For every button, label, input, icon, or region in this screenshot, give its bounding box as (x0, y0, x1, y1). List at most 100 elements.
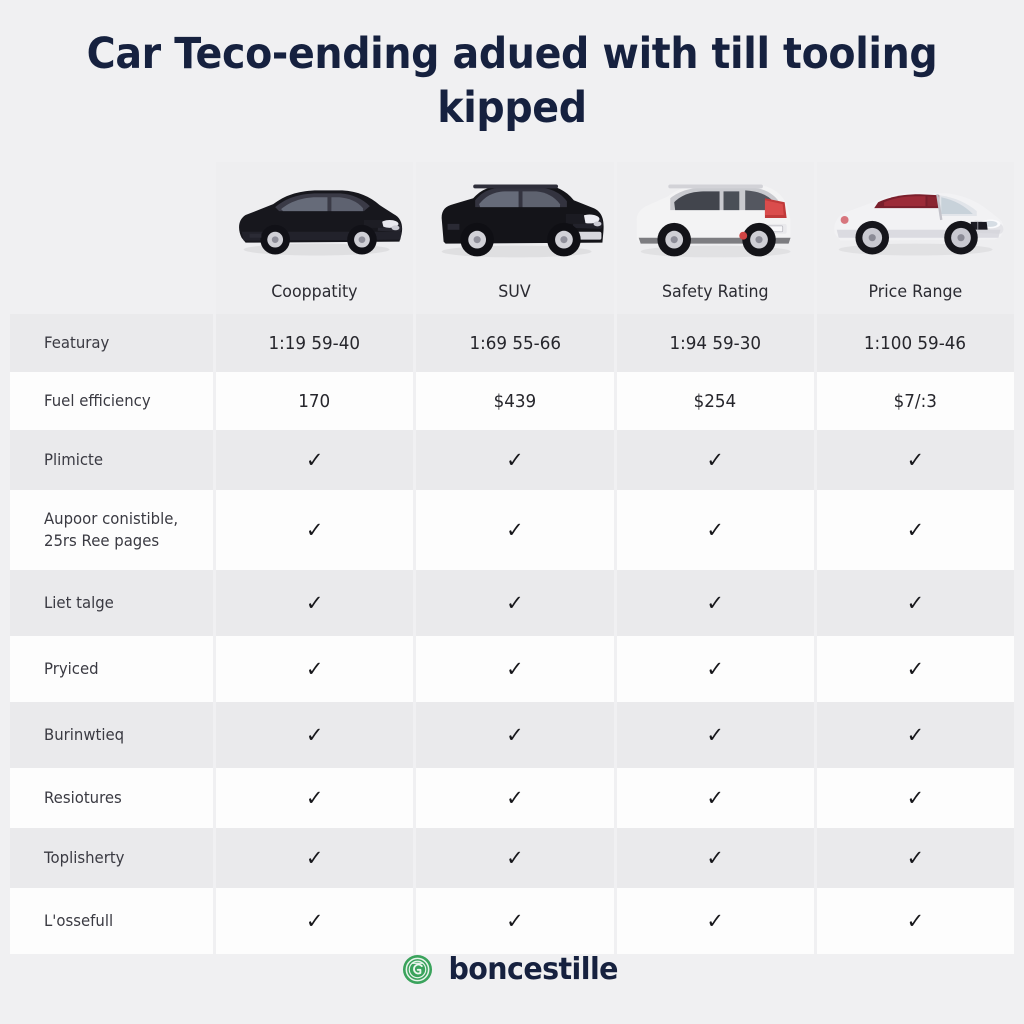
row-value-cell: ✓ (616, 768, 814, 828)
check-icon: ✓ (706, 722, 724, 747)
table-row: Liet talge ✓ ✓ ✓ ✓ (10, 570, 1014, 636)
row-value-cell: 1:19 59-40 (216, 314, 414, 372)
check-icon: ✓ (305, 590, 324, 615)
table-row: Plimicte ✓ ✓ ✓ ✓ (10, 430, 1014, 490)
row-value-cell: $254 (616, 372, 814, 430)
table-row: Pryiced ✓ ✓ ✓ ✓ (10, 636, 1014, 702)
row-value-cell: ✓ (616, 570, 814, 636)
check-icon: ✓ (506, 722, 524, 747)
row-value-cell: ✓ (216, 430, 414, 490)
table-row: Resiotures ✓ ✓ ✓ ✓ (10, 768, 1014, 828)
page-title: Car Teco-ending adued with till tooling … (86, 29, 938, 133)
row-label-cell: Liet talge (10, 570, 213, 636)
table-row: L'ossefull ✓ ✓ ✓ ✓ (10, 888, 1014, 954)
row-value-cell: ✓ (416, 430, 614, 490)
row-label: Plimicte (44, 450, 104, 470)
row-value: $254 (693, 390, 737, 412)
row-label: Pryiced (44, 659, 99, 679)
row-value-cell: ✓ (416, 636, 614, 702)
car-image-cell-1 (216, 162, 414, 270)
column-header-label: Cooppatity (271, 282, 358, 302)
column-header-2[interactable]: SUV (416, 270, 614, 314)
row-value: 1:100 59-46 (864, 332, 967, 354)
check-icon: ✓ (305, 845, 324, 870)
row-value-cell: ✓ (416, 702, 614, 768)
row-value-cell: $7/:3 (816, 372, 1014, 430)
row-value-cell: ✓ (216, 888, 414, 954)
row-value: $7/:3 (893, 390, 937, 412)
check-icon: ✓ (305, 722, 324, 747)
row-value-cell: ✓ (816, 768, 1014, 828)
check-icon: ✓ (706, 447, 724, 472)
row-value-cell: ✓ (216, 828, 414, 888)
row-label-cell: Aupoor conistible, 25rs Ree pages (10, 490, 213, 570)
row-value-cell: ✓ (216, 490, 414, 570)
check-icon: ✓ (506, 785, 524, 810)
table-header-row: Cooppatity SUV Safety Rating Price Range (10, 270, 1014, 314)
row-value-cell: ✓ (416, 570, 614, 636)
check-icon: ✓ (305, 908, 324, 933)
check-icon: ✓ (906, 517, 925, 542)
column-header-label: SUV (498, 282, 532, 302)
row-label-cell: Fuel efficiency (10, 372, 213, 430)
check-icon: ✓ (305, 656, 324, 681)
table-row: Featuray 1:19 59-40 1:69 55-66 1:94 59-3… (10, 314, 1014, 372)
check-icon: ✓ (706, 845, 724, 870)
brand-name: boncestille (448, 952, 618, 987)
row-label: Burinwtieq (44, 725, 125, 745)
row-value-cell: $439 (416, 372, 614, 430)
row-label: Aupoor conistible, 25rs Ree pages (44, 509, 179, 550)
row-value-cell: ✓ (816, 702, 1014, 768)
row-label: Toplisherty (44, 848, 125, 868)
column-header-3[interactable]: Safety Rating (616, 270, 814, 314)
comparison-table: Cooppatity SUV Safety Rating Price Range… (10, 162, 1014, 954)
check-icon: ✓ (906, 590, 925, 615)
row-value-cell: 1:94 59-30 (616, 314, 814, 372)
image-row-spacer (10, 162, 213, 270)
check-icon: ✓ (706, 517, 724, 542)
row-value-cell: ✓ (416, 828, 614, 888)
row-value-cell: ✓ (216, 702, 414, 768)
row-value-cell: ✓ (816, 490, 1014, 570)
column-header-1[interactable]: Cooppatity (216, 270, 414, 314)
check-icon: ✓ (906, 908, 925, 933)
check-icon: ✓ (906, 785, 925, 810)
check-icon: ✓ (506, 517, 524, 542)
check-icon: ✓ (506, 845, 524, 870)
green-circle-emblem-icon (402, 954, 433, 985)
black-sedan-image (216, 162, 413, 270)
page-header: Car Teco-ending adued with till tooling … (0, 0, 1024, 136)
row-value-cell: ✓ (216, 636, 414, 702)
row-value-cell: ✓ (816, 636, 1014, 702)
row-value: 1:69 55-66 (469, 332, 561, 354)
column-header-label: Safety Rating (661, 282, 769, 302)
row-value-cell: 1:69 55-66 (416, 314, 614, 372)
car-image-cell-3 (616, 162, 814, 270)
row-label-cell: Toplisherty (10, 828, 213, 888)
row-value-cell: ✓ (216, 768, 414, 828)
row-value-cell: ✓ (616, 702, 814, 768)
row-value: 170 (298, 390, 331, 412)
row-value-cell: ✓ (416, 768, 614, 828)
white-convertible-image (817, 162, 1014, 270)
check-icon: ✓ (305, 517, 324, 542)
check-icon: ✓ (706, 908, 724, 933)
row-label-cell: Resiotures (10, 768, 213, 828)
row-value: 1:19 59-40 (268, 332, 361, 354)
row-label-cell: L'ossefull (10, 888, 213, 954)
row-label-cell: Plimicte (10, 430, 213, 490)
row-value-cell: 170 (216, 372, 414, 430)
check-icon: ✓ (906, 845, 925, 870)
row-value-cell: ✓ (616, 430, 814, 490)
car-image-cell-4 (816, 162, 1014, 270)
feature-column-header (10, 270, 213, 314)
column-header-4[interactable]: Price Range (816, 270, 1014, 314)
check-icon: ✓ (305, 785, 324, 810)
row-value: $439 (493, 390, 537, 412)
white-crossover-image (617, 162, 814, 270)
row-label-cell: Burinwtieq (10, 702, 213, 768)
table-row: Toplisherty ✓ ✓ ✓ ✓ (10, 828, 1014, 888)
footer-branding: boncestille (0, 952, 1024, 987)
row-value-cell: ✓ (616, 828, 814, 888)
check-icon: ✓ (305, 447, 324, 472)
